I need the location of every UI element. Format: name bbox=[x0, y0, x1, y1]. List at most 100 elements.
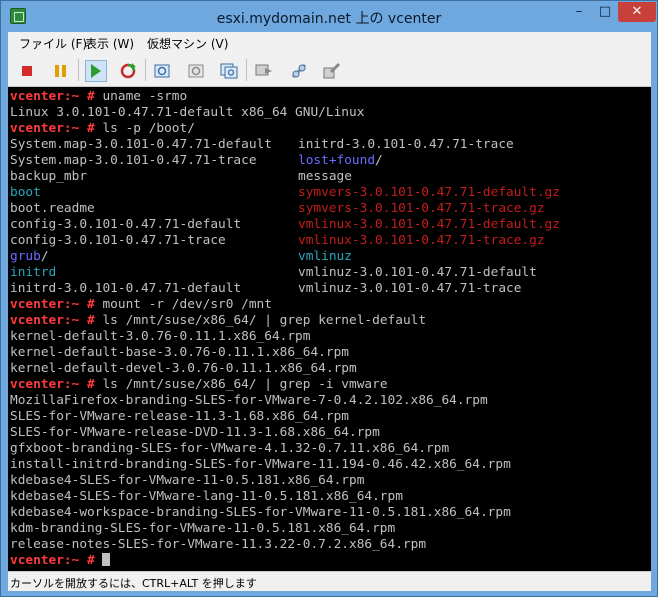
ls-entry-link: initrd bbox=[10, 265, 57, 280]
terminal-line: kernel-default-base-3.0.76-0.11.1.x86_64… bbox=[10, 345, 349, 360]
manage-snapshots-icon bbox=[220, 63, 238, 79]
console-icon bbox=[255, 64, 272, 76]
terminal-line: MozillaFirefox-branding-SLES-for-VMware-… bbox=[10, 393, 488, 408]
shell-prompt: vcenter:~ # bbox=[10, 121, 95, 136]
terminal-line: kernel-default-3.0.76-0.11.1.x86_64.rpm bbox=[10, 329, 311, 344]
ls-entry: vmlinuz-3.0.101-0.47.71-default bbox=[298, 265, 537, 280]
terminal-console[interactable]: vcenter:~ # uname -srmo Linux 3.0.101-0.… bbox=[8, 87, 651, 571]
text-cursor bbox=[102, 553, 111, 566]
menu-bar: ファイル (F) 表示 (W) 仮想マシン (V) bbox=[8, 32, 651, 53]
shell-prompt: vcenter:~ # bbox=[10, 297, 95, 312]
terminal-line: vcenter:~ # ls /mnt/suse/x86_64/ | grep … bbox=[10, 313, 426, 329]
reset-icon bbox=[120, 63, 136, 79]
power-off-button[interactable] bbox=[16, 60, 38, 82]
status-bar: カーソルを開放するには、CTRL+ALT を押します bbox=[8, 571, 651, 591]
vm-settings-button[interactable] bbox=[321, 60, 343, 82]
power-on-button[interactable] bbox=[85, 60, 107, 82]
ls-entry-link: boot bbox=[10, 185, 41, 200]
take-snapshot-button[interactable] bbox=[151, 60, 173, 82]
status-text: カーソルを開放するには、CTRL+ALT を押します bbox=[10, 577, 257, 590]
ls-row: boot.readme symvers-3.0.101-0.47.71-trace… bbox=[10, 201, 545, 217]
ls-row: initrd-3.0.101-0.47.71-default vmlinuz-3.… bbox=[10, 281, 521, 297]
terminal-line: vcenter:~ # ls /mnt/suse/x86_64/ | grep … bbox=[10, 377, 388, 393]
ls-entry: initrd-3.0.101-0.47.71-trace bbox=[298, 137, 514, 152]
ls-entry: boot.readme bbox=[10, 201, 95, 216]
snapshot-manager-button[interactable] bbox=[218, 60, 240, 82]
terminal-line: kdm-branding-SLES-for-VMware-11-0.5.181.… bbox=[10, 521, 396, 536]
play-icon bbox=[91, 64, 101, 78]
vm-console-window: esxi.mydomain.net 上の vcenter – □ ✕ ファイル … bbox=[0, 0, 658, 597]
ls-entry-link: vmlinuz bbox=[298, 249, 352, 264]
ls-row: grub/ vmlinuz bbox=[10, 249, 352, 265]
suspend-button[interactable] bbox=[49, 60, 71, 82]
ls-row: initrd vmlinuz-3.0.101-0.47.71-default bbox=[10, 265, 537, 281]
ls-entry-archive: symvers-3.0.101-0.47.71-trace.gz bbox=[298, 201, 545, 216]
terminal-line: vcenter:~ # uname -srmo bbox=[10, 89, 187, 105]
menu-vm[interactable]: 仮想マシン (V) bbox=[147, 35, 228, 52]
settings-icon bbox=[323, 62, 341, 79]
terminal-line: install-initrd-branding-SLES-for-VMware-… bbox=[10, 457, 511, 472]
network-icon bbox=[291, 63, 307, 79]
network-button[interactable] bbox=[288, 60, 310, 82]
ls-entry: config-3.0.101-0.47.71-trace bbox=[10, 233, 226, 248]
ls-entry: backup_mbr bbox=[10, 169, 88, 184]
minimize-icon: – bbox=[575, 4, 583, 19]
ls-row: backup_mbr message bbox=[10, 169, 352, 185]
shell-prompt: vcenter:~ # bbox=[10, 313, 95, 328]
ls-entry-archive: symvers-3.0.101-0.47.71-default.gz bbox=[298, 185, 560, 200]
ls-row: boot symvers-3.0.101-0.47.71-default.gz bbox=[10, 185, 560, 201]
console-button[interactable] bbox=[253, 60, 275, 82]
terminal-line: vcenter:~ # bbox=[10, 553, 111, 569]
ls-entry-archive: vmlinux-3.0.101-0.47.71-default.gz bbox=[298, 217, 560, 232]
terminal-line: release-notes-SLES-for-VMware-11.3.22-0.… bbox=[10, 537, 427, 552]
terminal-line: Linux 3.0.101-0.47.71-default x86_64 GNU… bbox=[10, 105, 365, 120]
terminal-line: kernel-default-devel-3.0.76-0.11.1.x86_6… bbox=[10, 361, 357, 376]
terminal-line: kdebase4-workspace-branding-SLES-for-VMw… bbox=[10, 505, 511, 520]
minimize-button[interactable]: – bbox=[566, 2, 592, 22]
shell-prompt: vcenter:~ # bbox=[10, 553, 95, 568]
maximize-icon: □ bbox=[598, 4, 612, 19]
command-text: ls -p /boot/ bbox=[102, 121, 195, 136]
dir-slash: / bbox=[40, 249, 49, 264]
ls-entry: System.map-3.0.101-0.47.71-default bbox=[10, 137, 272, 152]
revert-snapshot-button[interactable] bbox=[185, 60, 207, 82]
shell-prompt: vcenter:~ # bbox=[10, 89, 95, 104]
toolbar-separator bbox=[246, 59, 247, 81]
command-text: mount -r /dev/sr0 /mnt bbox=[102, 297, 272, 312]
snapshot-icon bbox=[154, 64, 170, 78]
shell-prompt: vcenter:~ # bbox=[10, 377, 95, 392]
ls-dir-name: lost+found bbox=[298, 153, 376, 168]
window-title: esxi.mydomain.net 上の vcenter bbox=[216, 11, 442, 27]
command-text: ls /mnt/suse/x86_64/ | grep -i vmware bbox=[102, 377, 388, 392]
pause-icon bbox=[54, 65, 66, 77]
menu-view[interactable]: 表示 (W) bbox=[85, 35, 134, 52]
terminal-line: gfxboot-branding-SLES-for-VMware-4.1.32-… bbox=[10, 441, 450, 456]
terminal-line: kdebase4-SLES-for-VMware-11-0.5.181.x86_… bbox=[10, 473, 365, 488]
close-button[interactable]: ✕ bbox=[618, 2, 656, 22]
ls-row: System.map-3.0.101-0.47.71-default initrd… bbox=[10, 137, 514, 153]
terminal-line: vcenter:~ # mount -r /dev/sr0 /mnt bbox=[10, 297, 272, 313]
ls-entry: initrd-3.0.101-0.47.71-default bbox=[10, 281, 242, 296]
ls-row: config-3.0.101-0.47.71-default vmlinux-3.… bbox=[10, 217, 560, 233]
reset-button[interactable] bbox=[117, 60, 139, 82]
ls-entry: message bbox=[298, 169, 352, 184]
terminal-line: SLES-for-VMware-release-11.3-1.68.x86_64… bbox=[10, 409, 349, 424]
ls-entry-dir: lost+found/ bbox=[298, 153, 383, 169]
dir-slash: / bbox=[375, 153, 383, 168]
command-text: ls /mnt/suse/x86_64/ | grep kernel-defau… bbox=[102, 313, 427, 328]
terminal-line: kdebase4-SLES-for-VMware-lang-11-0.5.181… bbox=[10, 489, 403, 504]
ls-entry: config-3.0.101-0.47.71-default bbox=[10, 217, 242, 232]
title-bar[interactable]: esxi.mydomain.net 上の vcenter – □ ✕ bbox=[1, 1, 657, 31]
ls-dir-name: grub bbox=[10, 249, 41, 264]
toolbar-separator bbox=[78, 59, 79, 81]
command-text: uname -srmo bbox=[102, 89, 188, 104]
ls-row: config-3.0.101-0.47.71-trace vmlinux-3.0.… bbox=[10, 233, 545, 249]
ls-entry-archive: vmlinux-3.0.101-0.47.71-trace.gz bbox=[298, 233, 545, 248]
stop-icon bbox=[22, 66, 32, 76]
menu-file[interactable]: ファイル (F) bbox=[19, 35, 87, 52]
close-icon: ✕ bbox=[631, 4, 643, 19]
terminal-line: vcenter:~ # ls -p /boot/ bbox=[10, 121, 195, 137]
toolbar-separator bbox=[145, 59, 146, 81]
revert-snapshot-icon bbox=[188, 64, 204, 78]
maximize-button[interactable]: □ bbox=[592, 2, 618, 22]
